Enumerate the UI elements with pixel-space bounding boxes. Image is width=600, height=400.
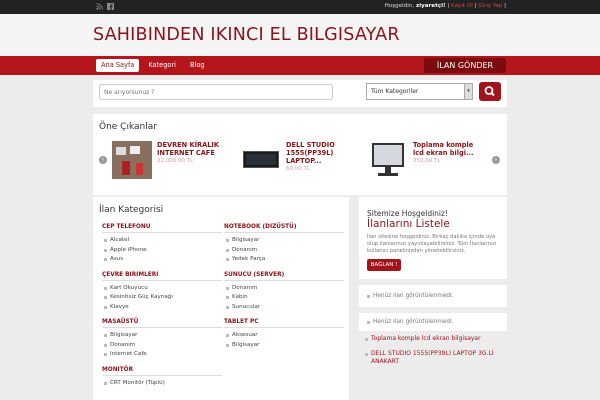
- featured-item-title[interactable]: DEVREN KİRALIK INTERNET CAFE: [157, 141, 221, 157]
- send-listing-button[interactable]: İLAN GÖNDER: [424, 58, 506, 73]
- featured-item-title[interactable]: Toplama komple lcd ekran bilgi...: [413, 141, 477, 157]
- category-heading[interactable]: SUNUCU (SERVER): [224, 272, 344, 281]
- featured-item[interactable]: DEVREN KİRALIK INTERNET CAFE 22.000,00 T…: [112, 141, 221, 179]
- category-item[interactable]: Apple iPhone: [102, 246, 222, 256]
- facebook-icon[interactable]: [107, 3, 114, 10]
- category-item[interactable]: Kesintisiz Güç Kaynağı: [102, 293, 222, 303]
- rss-icon[interactable]: [96, 3, 103, 10]
- greeting-text: Hoşgeldin,: [384, 3, 415, 9]
- welcome-text: İlan sitesine hoşgeldiniz. Birkaç dakika…: [367, 234, 497, 254]
- category-item[interactable]: CRT Monitör (Tüplü): [102, 379, 222, 389]
- site-title[interactable]: SAHIBINDEN IKINCI EL BILGISAYAR: [93, 25, 400, 45]
- separator: |: [504, 3, 506, 9]
- category-column-right: NOTEBOOK (DIZÜSTÜ) Bilgisayar Donanım Ye…: [224, 224, 344, 357]
- category-item[interactable]: Donanım: [224, 284, 344, 294]
- connect-button[interactable]: BAĞLAN !: [367, 259, 401, 271]
- category-select[interactable]: Tüm Kategoriler ▾: [366, 83, 473, 100]
- recent-link[interactable]: DELL STUDIO 1555(PP39L) LAPTOP 3G.Lİ ANA…: [363, 350, 503, 367]
- category-heading[interactable]: MASAÜSTÜ: [102, 319, 222, 328]
- empty-notice: Henüz ilan görüntülenmedi.: [367, 293, 454, 299]
- category-heading[interactable]: TABLET PC: [224, 319, 344, 328]
- category-heading[interactable]: ÇEVRE BIRIMLERI: [102, 272, 222, 281]
- search-button[interactable]: [479, 82, 501, 101]
- category-item[interactable]: Bilgisayar: [102, 331, 222, 341]
- carousel-prev-icon[interactable]: ‹: [99, 156, 107, 164]
- category-item[interactable]: Kabin: [224, 293, 344, 303]
- nav-bar: [0, 56, 600, 75]
- category-heading[interactable]: NOTEBOOK (DIZÜSTÜ): [224, 224, 344, 233]
- username: ziyaretçi!: [415, 3, 446, 9]
- featured-image-cafe[interactable]: [112, 141, 152, 179]
- category-item[interactable]: Alcatel: [102, 236, 222, 246]
- top-bar-content: Hoşgeldin, ziyaretçi! | Kayıt Ol | Giriş…: [0, 0, 600, 14]
- category-item[interactable]: Aksesuar: [224, 331, 344, 341]
- category-item[interactable]: Kart Okuyucu: [102, 284, 222, 294]
- categories-title: İlan Kategorisi: [99, 205, 164, 215]
- category-item[interactable]: Klavye: [102, 303, 222, 313]
- featured-image-monitor[interactable]: [368, 141, 408, 179]
- login-link[interactable]: Giriş Yap: [478, 3, 502, 9]
- featured-item-price: 350,00 TL: [413, 158, 441, 164]
- category-item[interactable]: Asus: [102, 255, 222, 265]
- category-item[interactable]: Internet Cafe: [102, 350, 222, 360]
- search-input[interactable]: [99, 84, 333, 100]
- featured-title: Öne Çıkanlar: [99, 122, 157, 132]
- category-item[interactable]: Donanım: [102, 341, 222, 351]
- recent-links: Toplama komple lcd ekran bilgisayar DELL…: [363, 335, 503, 373]
- main-nav: Ana Sayfa Kategori Blog: [96, 59, 210, 72]
- category-item[interactable]: Sunucular: [224, 303, 344, 313]
- nav-item-category[interactable]: Kategori: [143, 59, 181, 72]
- featured-item-title[interactable]: DELL STUDIO 1555(PP39L) LAPTOP...: [286, 141, 346, 165]
- featured-item[interactable]: DELL STUDIO 1555(PP39L) LAPTOP... 60,00 …: [241, 141, 346, 179]
- recent-link[interactable]: Toplama komple lcd ekran bilgisayar: [363, 335, 503, 344]
- category-select-value: Tüm Kategoriler: [371, 88, 419, 95]
- chevron-down-icon: ▾: [464, 84, 472, 99]
- category-item[interactable]: Bilgisayar: [224, 236, 344, 246]
- social-icons: [96, 3, 114, 10]
- category-item[interactable]: Bilgisayar: [224, 341, 344, 351]
- empty-notice: Henüz ilan görüntülenmedi.: [367, 319, 454, 325]
- nav-item-blog[interactable]: Blog: [185, 59, 210, 72]
- welcome-line: Sitemize Hoşgeldiniz!: [367, 209, 448, 218]
- carousel-next-icon[interactable]: ›: [492, 156, 500, 164]
- register-link[interactable]: Kayıt Ol: [451, 3, 473, 9]
- category-heading[interactable]: CEP TELEFONU: [102, 224, 222, 233]
- separator: |: [447, 3, 450, 9]
- search-icon: [484, 86, 495, 97]
- nav-item-home[interactable]: Ana Sayfa: [96, 59, 140, 72]
- welcome-title: İlanlarını Listele: [367, 218, 450, 230]
- featured-item[interactable]: Toplama komple lcd ekran bilgi... 350,00…: [368, 141, 477, 179]
- separator: |: [474, 3, 477, 9]
- category-column-left: CEP TELEFONU Alcatel Apple iPhone Asus Ç…: [102, 224, 222, 395]
- category-item[interactable]: Donanım: [224, 246, 344, 256]
- featured-item-price: 60,00 TL: [286, 166, 310, 172]
- category-item[interactable]: Yedek Parça: [224, 255, 344, 265]
- category-heading[interactable]: MONITÖR: [102, 367, 222, 376]
- user-links: Hoşgeldin, ziyaretçi! | Kayıt Ol | Giriş…: [385, 3, 506, 9]
- featured-image-laptop[interactable]: [241, 141, 281, 179]
- featured-item-price: 22.000,00 TL: [157, 158, 194, 164]
